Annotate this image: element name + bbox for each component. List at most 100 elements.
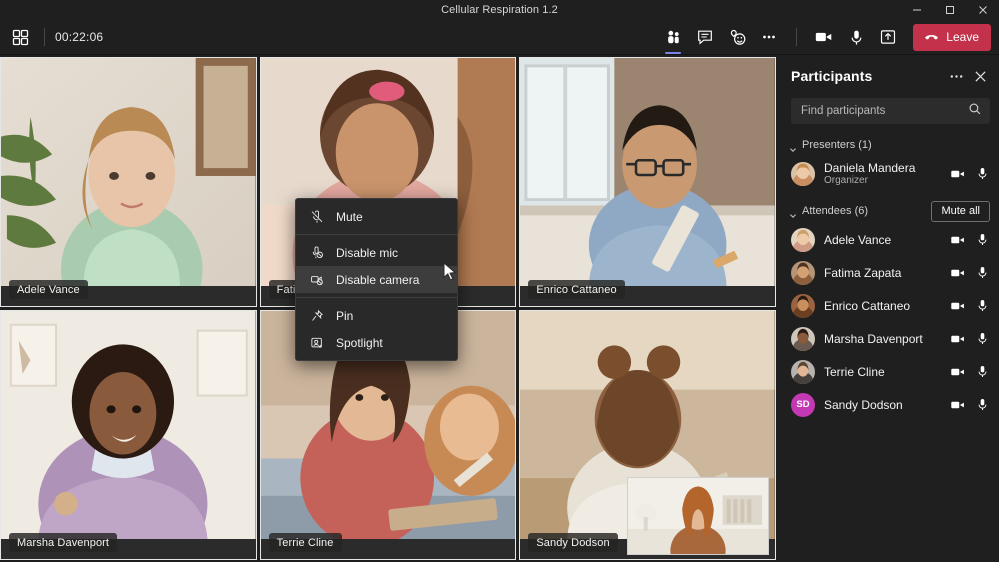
attendees-section-header[interactable]: Attendees (6) Mute all <box>789 199 999 223</box>
participant-role: Organizer <box>824 175 941 187</box>
reactions-icon[interactable] <box>722 23 752 51</box>
context-menu-label: Disable camera <box>336 273 419 287</box>
close-button[interactable] <box>966 0 999 20</box>
participant-actions <box>950 165 990 183</box>
video-tile[interactable]: Sandy Dodson <box>519 310 776 560</box>
chat-icon[interactable] <box>690 23 720 51</box>
video-tile[interactable]: Adele Vance <box>0 57 257 307</box>
participants-panel-header: Participants <box>789 55 999 91</box>
participant-info: Enrico Cattaneo <box>824 299 941 313</box>
participant-row[interactable]: Marsha Davenport <box>789 322 999 355</box>
meeting-body: Adele Vance <box>0 55 999 562</box>
participant-actions <box>950 231 990 249</box>
participant-video <box>1 58 256 286</box>
context-menu-item-disable-mic[interactable]: Disable mic <box>296 239 457 266</box>
search-input[interactable] <box>801 105 968 117</box>
teams-meeting-window: Cellular Respiration 1.2 00:22:06 <box>0 0 999 562</box>
participant-row[interactable]: Enrico Cattaneo <box>789 289 999 322</box>
camera-icon[interactable] <box>950 297 966 315</box>
window-title: Cellular Respiration 1.2 <box>0 4 999 16</box>
microphone-icon[interactable] <box>974 264 990 282</box>
context-menu-label: Spotlight <box>336 336 383 350</box>
participant-name: Daniela Mandera <box>824 161 941 175</box>
participant-video <box>520 58 775 286</box>
presenters-label: Presenters (1) <box>802 139 872 151</box>
panel-header-actions <box>945 65 991 87</box>
chevron-down-icon <box>789 141 797 149</box>
camera-icon[interactable] <box>950 396 966 414</box>
microphone-icon[interactable] <box>974 231 990 249</box>
leave-button[interactable]: Leave <box>913 24 991 51</box>
window-controls <box>900 0 999 20</box>
context-menu-label: Disable mic <box>336 246 398 260</box>
participant-actions <box>950 363 990 381</box>
participant-actions <box>950 396 990 414</box>
panel-title: Participants <box>791 68 872 84</box>
find-participants-field[interactable] <box>791 98 990 124</box>
context-menu-divider <box>296 234 457 235</box>
participant-actions <box>950 330 990 348</box>
camera-icon[interactable] <box>950 165 966 183</box>
context-menu-label: Pin <box>336 309 353 323</box>
tile-name-chip: Adele Vance <box>9 280 88 299</box>
participant-actions <box>950 264 990 282</box>
maximize-button[interactable] <box>933 0 966 20</box>
context-menu-item-mute[interactable]: Mute <box>296 203 457 230</box>
microphone-icon[interactable] <box>974 297 990 315</box>
minimize-button[interactable] <box>900 0 933 20</box>
participant-row[interactable]: SD Sandy Dodson <box>789 388 999 421</box>
title-bar: Cellular Respiration 1.2 <box>0 0 999 20</box>
participant-row[interactable]: Terrie Cline <box>789 355 999 388</box>
camera-icon[interactable] <box>809 23 839 51</box>
participant-info: Adele Vance <box>824 233 941 247</box>
participant-actions <box>950 297 990 315</box>
participant-row[interactable]: Daniela Mandera Organizer <box>789 157 999 190</box>
presenters-section-header[interactable]: Presenters (1) <box>789 133 999 157</box>
microphone-icon[interactable] <box>974 396 990 414</box>
mute-all-button[interactable]: Mute all <box>931 201 990 222</box>
attendees-list: Adele Vance <box>789 223 999 421</box>
tile-participant-name: Sandy Dodson <box>536 537 609 549</box>
participant-row[interactable]: Fatima Zapata <box>789 256 999 289</box>
video-tile[interactable]: Enrico Cattaneo <box>519 57 776 307</box>
context-menu-item-disable-camera[interactable]: Disable camera <box>296 266 457 293</box>
avatar <box>791 228 815 252</box>
people-icon[interactable] <box>658 23 688 51</box>
mute-all-label: Mute all <box>941 205 980 217</box>
panel-more-options-icon[interactable] <box>945 65 967 87</box>
self-view-video <box>628 478 768 554</box>
context-menu-divider <box>296 297 457 298</box>
participant-name: Fatima Zapata <box>824 266 941 280</box>
camera-icon[interactable] <box>950 231 966 249</box>
avatar <box>791 360 815 384</box>
camera-icon[interactable] <box>950 330 966 348</box>
tile-participant-name: Enrico Cattaneo <box>536 284 616 296</box>
camera-icon[interactable] <box>950 363 966 381</box>
avatar <box>791 294 815 318</box>
context-menu-label: Mute <box>336 210 363 224</box>
more-options-icon[interactable] <box>754 23 784 51</box>
avatar <box>791 162 815 186</box>
microphone-icon[interactable] <box>841 23 871 51</box>
toolbar-divider-2 <box>796 28 797 46</box>
microphone-icon[interactable] <box>974 363 990 381</box>
context-menu-item-pin[interactable]: Pin <box>296 302 457 329</box>
context-menu-item-spotlight[interactable]: Spotlight <box>296 329 457 356</box>
camera-icon[interactable] <box>950 264 966 282</box>
video-tile[interactable]: Marsha Davenport <box>0 310 257 560</box>
participant-info: Sandy Dodson <box>824 398 941 412</box>
tile-participant-name: Terrie Cline <box>277 537 334 549</box>
grid-view-icon[interactable] <box>6 24 34 50</box>
microphone-icon[interactable] <box>974 330 990 348</box>
avatar-initials-text: SD <box>796 399 809 410</box>
hangup-icon <box>923 29 940 46</box>
meeting-timer: 00:22:06 <box>55 30 103 44</box>
participant-row[interactable]: Adele Vance <box>789 223 999 256</box>
share-screen-icon[interactable] <box>873 23 903 51</box>
microphone-icon[interactable] <box>974 165 990 183</box>
meeting-toolbar: 00:22:06 <box>0 20 999 55</box>
self-view-pip[interactable] <box>627 477 769 555</box>
avatar-initials: SD <box>791 393 815 417</box>
participant-info: Daniela Mandera Organizer <box>824 161 941 187</box>
panel-close-icon[interactable] <box>969 65 991 87</box>
